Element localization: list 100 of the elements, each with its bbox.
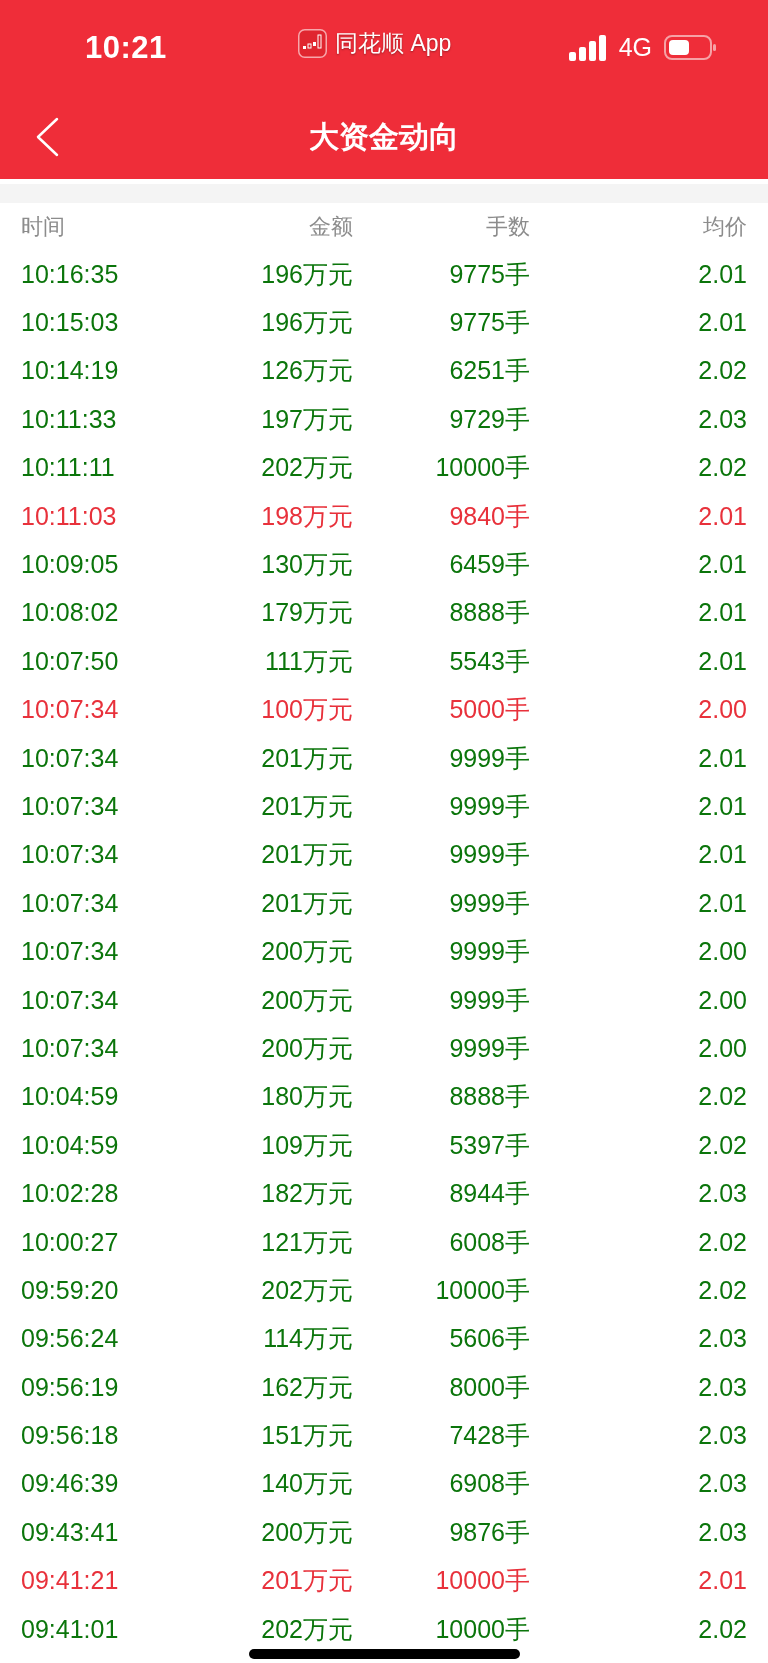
table-cell-text: 9840手 [448,503,530,529]
table-cell-text: 2.02 [697,358,747,384]
table-cell-text: 10:07:34 [21,987,120,1013]
table-cell-text: 182万元 [260,1181,353,1207]
table-cell-text: 09:43:41 [21,1519,120,1545]
table-cell-text: 9999手 [448,987,530,1013]
table-cell-text: 2.01 [697,1568,747,1594]
table-cell-text: 6008手 [448,1229,530,1255]
table-cell-text: 10:07:34 [21,745,120,771]
table-cell-text: 09:59:20 [21,1277,120,1303]
table-cell-text: 202万元 [260,1616,353,1642]
table-cell-text: 2.02 [697,1616,747,1642]
table-cell-text: 5543手 [448,648,530,674]
table-cell-text: 2.00 [697,987,747,1013]
table-cell-text: 2.02 [697,1084,747,1110]
table-cell-text: 179万元 [260,600,353,626]
table-cell-text: 10:16:35 [21,261,120,287]
table-cell-text: 2.03 [697,1519,747,1545]
table-cell-text: 10:07:34 [21,890,120,916]
table-cell-text: 10:15:03 [21,310,120,336]
table-cell-text: 200万元 [260,939,353,965]
table-cell-text: 10:00:27 [21,1229,120,1255]
table-cell-text: 10:02:28 [21,1181,120,1207]
table-cell-text: 2.03 [697,1471,747,1497]
table-cell-text: 200万元 [260,987,353,1013]
column-header: 手数 [485,215,530,238]
table-cell-text: 2.02 [697,1229,747,1255]
table-cell-text: 196万元 [260,310,353,336]
table-cell-text: 2.01 [697,648,747,674]
table-cell-text: 200万元 [260,1519,353,1545]
network-type: 4G [618,35,652,60]
table-cell-text: 8888手 [448,1084,530,1110]
table-cell-text: 180万元 [260,1084,353,1110]
table-cell-text: 2.00 [697,939,747,965]
table-cell-text: 10:07:34 [21,842,120,868]
table-cell-text: 10:11:03 [21,503,118,529]
table-cell-text: 2.03 [697,406,747,432]
table-cell-text: 6251手 [448,358,530,384]
table-cell-text: 2.03 [697,1423,747,1449]
table-cell-text: 10000手 [434,1568,530,1594]
table-cell-text: 201万元 [260,1568,353,1594]
signal-icon [568,34,607,61]
table-cell-text: 109万元 [260,1132,353,1158]
table-cell-text: 151万元 [260,1423,353,1449]
table-cell-text: 2.01 [697,842,747,868]
table-cell-text: 201万元 [260,842,353,868]
page-title: 大资金动向 [308,122,460,152]
table-cell-text: 09:56:18 [21,1423,120,1449]
table-cell-text: 9999手 [448,939,530,965]
table-cell-text: 10:08:02 [21,600,120,626]
table-cell-text: 10:07:34 [21,794,120,819]
table-cell-text: 2.03 [697,1326,747,1352]
table-cell-text: 114万元 [262,1326,353,1352]
table-cell-text: 9999手 [448,1035,530,1061]
table-cell-text: 2.00 [697,1035,747,1061]
column-header: 金额 [308,215,353,238]
table-cell-text: 5000手 [448,697,530,723]
table-cell-text: 2.00 [697,697,747,723]
battery-icon [664,35,716,60]
table-cell-text: 2.01 [697,310,747,336]
column-header: 时间 [21,215,66,238]
table-cell-text: 2.02 [697,1132,747,1158]
table-cell-text: 9999手 [448,842,530,868]
table-cell-text: 2.03 [697,1374,747,1400]
table-cell-text: 9775手 [448,261,530,287]
table-cell-text: 2.01 [697,890,747,916]
table-cell-text: 202万元 [260,455,353,481]
table-cell-text: 10:07:34 [21,1035,120,1061]
table-cell-text: 10000手 [434,1277,530,1303]
table-cell-text: 09:56:24 [21,1326,120,1352]
table-cell-text: 5606手 [448,1326,530,1352]
table-cell-text: 197万元 [260,406,353,432]
table-cell-text: 9729手 [448,406,530,432]
table-cell-text: 2.01 [697,745,747,771]
table-cell-text: 09:46:39 [21,1471,120,1497]
table-cell-text: 6908手 [448,1471,530,1497]
table-cell-text: 140万元 [260,1471,353,1497]
table-cell-text: 2.02 [697,455,747,481]
table-cell-text: 10:07:34 [21,939,120,965]
table-cell-text: 2.01 [697,600,747,626]
table-cell-text: 10:04:59 [21,1132,120,1158]
table-cell-text: 10:11:11 [21,455,116,481]
table-cell-text: 10000手 [434,1616,530,1642]
table-cell-text: 111万元 [264,648,353,674]
table-cell-text: 9775手 [448,310,530,336]
table-cell-text: 201万元 [260,794,353,819]
status-time: 10:21 [85,32,167,63]
table-cell-text: 2.02 [697,1277,747,1303]
app-logo-icon [298,29,328,58]
table-cell-text: 2.03 [697,1181,747,1207]
table-cell-text: 10000手 [434,455,530,481]
table-cell-text: 126万元 [260,358,353,384]
table-cell-text: 5397手 [448,1132,530,1158]
table-cell-text: 10:11:33 [21,406,118,432]
column-header: 均价 [702,215,747,238]
table-cell-text: 130万元 [260,552,353,578]
table-cell-text: 9999手 [448,745,530,771]
table-cell-text: 2.01 [697,794,747,819]
table-cell-text: 2.01 [697,552,747,578]
table-cell-text: 201万元 [260,890,353,916]
